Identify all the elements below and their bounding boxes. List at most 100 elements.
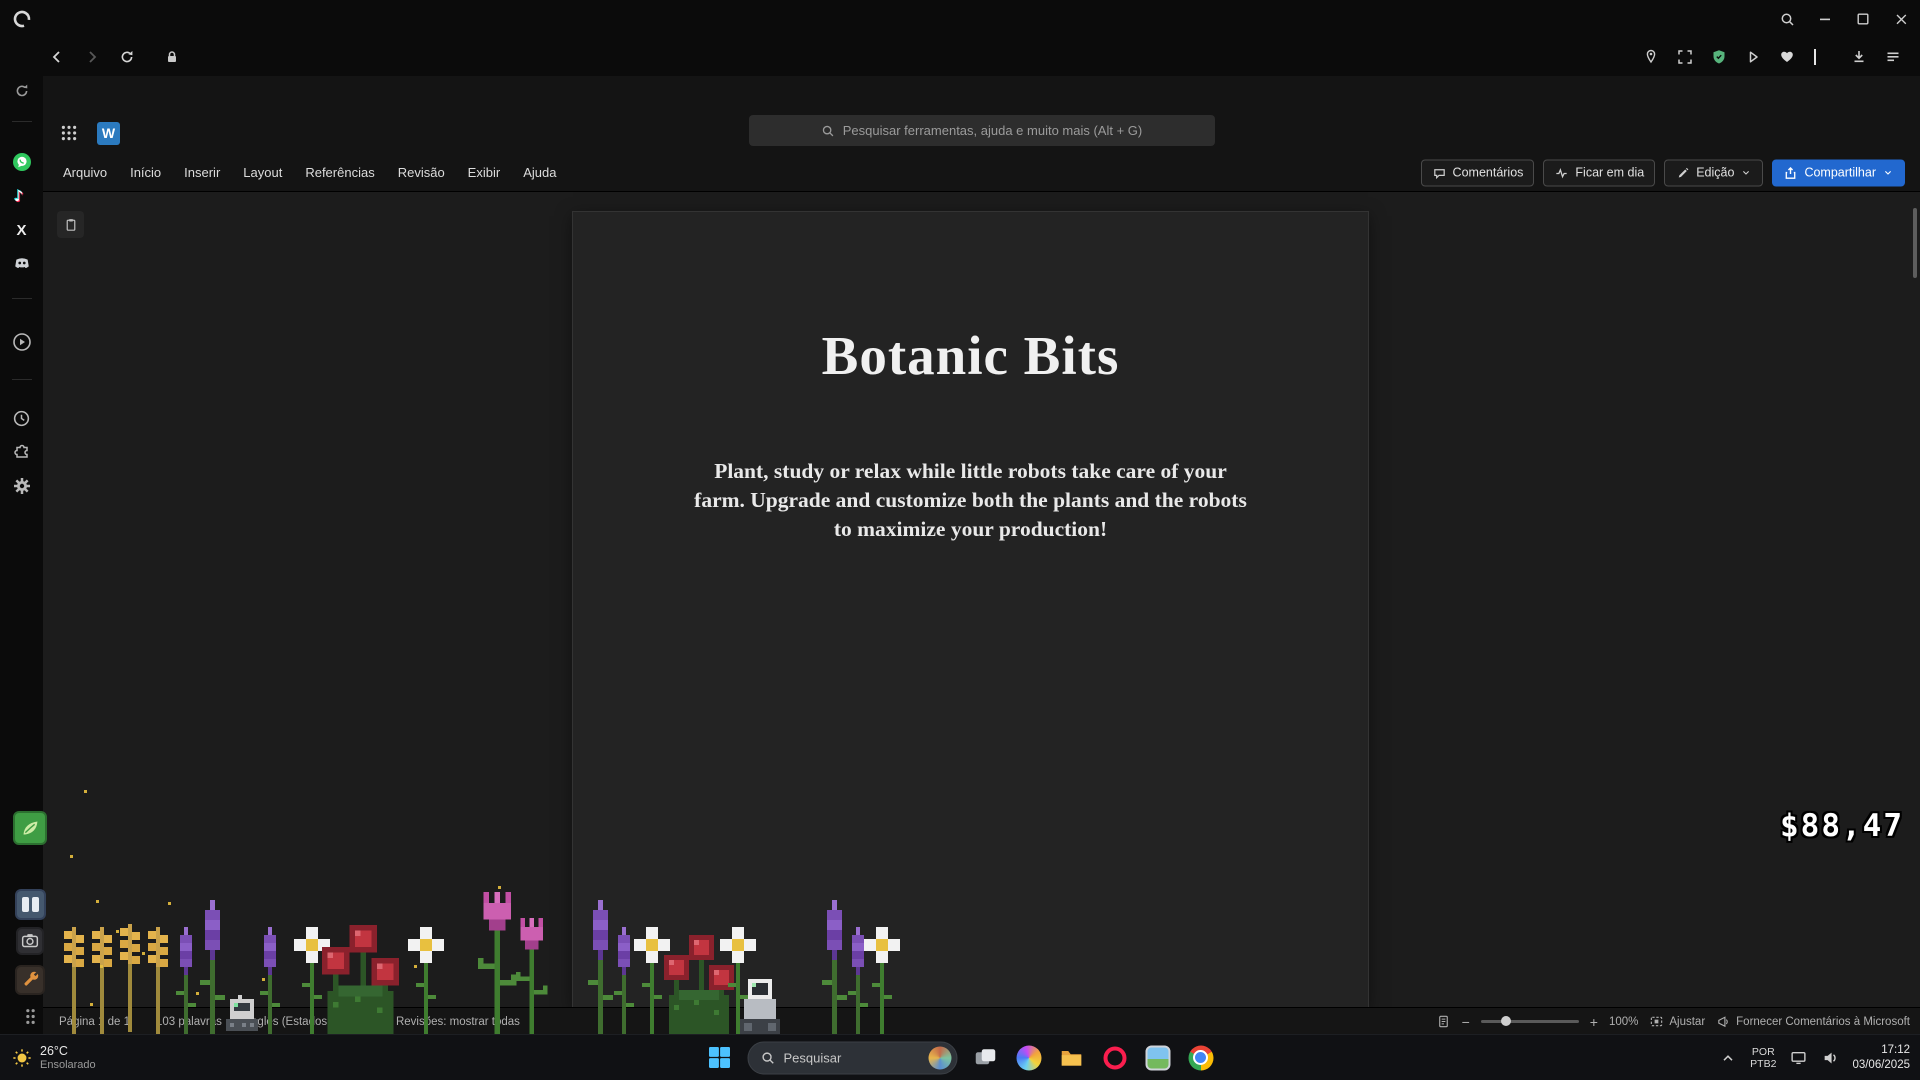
document-line: farm. Upgrade and customize both the pla… [573,486,1368,515]
menu-revisao[interactable]: Revisão [398,165,445,180]
reload-button[interactable] [114,44,140,70]
status-language[interactable]: Inglês (Estados Unidos) [248,1016,370,1028]
comments-button[interactable]: Comentários [1421,159,1535,186]
chevron-down-icon [1740,167,1752,179]
page-icon [1436,1014,1451,1029]
menu-arquivo[interactable]: Arquivo [63,165,107,180]
maximize-button[interactable] [1850,6,1876,32]
redo-icon [13,81,31,99]
game-drag-handle[interactable] [19,1004,41,1028]
sidebar-extensions-button[interactable] [8,437,36,465]
divider [12,379,32,380]
share-button[interactable]: Compartilhar [1772,159,1905,186]
sidebar-tiktok-button[interactable]: ♪♪♪ [8,182,36,210]
sidebar-player-button[interactable] [8,328,36,356]
back-button[interactable] [44,44,70,70]
clock-widget[interactable]: 17:12 03/06/2025 [1852,1043,1910,1073]
comments-label: Comentários [1453,166,1524,180]
menu-exibir[interactable]: Exibir [468,165,501,180]
menu-referencias[interactable]: Referências [305,165,374,180]
display-tray-button[interactable] [1788,1043,1808,1073]
play-circle-icon [12,332,32,352]
zoom-out-button[interactable]: − [1462,1015,1470,1029]
feedback-label: Fornecer Comentários à Microsoft [1736,1016,1910,1028]
wrench-icon [18,968,42,992]
menu-layout[interactable]: Layout [243,165,282,180]
browser-titlebar [0,0,1920,37]
page-scrollbar[interactable] [1913,208,1917,278]
weather-widget[interactable]: 26°C Ensolarado [12,1044,96,1072]
display-icon [1790,1049,1807,1066]
editing-label: Edição [1696,166,1734,180]
storage-icon [22,897,29,912]
titlebar-search-button[interactable] [1774,6,1800,32]
word-app-icon[interactable]: W [97,122,120,145]
snapshot-button[interactable] [1672,44,1698,70]
file-explorer-button[interactable] [1057,1043,1087,1073]
sidebar-settings-button[interactable] [8,472,36,500]
menu-inicio[interactable]: Início [130,165,161,180]
chrome-icon [1188,1045,1213,1070]
adblock-button[interactable] [1706,44,1732,70]
tray-overflow-button[interactable] [1718,1043,1738,1073]
game-screenshot-button[interactable] [16,927,44,955]
task-view-button[interactable] [971,1043,1001,1073]
status-page-count[interactable]: Página 1 de 1 [59,1016,130,1028]
copilot-button[interactable] [1014,1043,1044,1073]
zoom-slider-thumb[interactable] [1501,1016,1511,1026]
reload-icon [118,48,136,66]
chrome-button[interactable] [1186,1043,1216,1073]
folder-icon [1059,1045,1085,1071]
document-page[interactable]: Botanic Bits Plant, study or relax while… [573,212,1368,1007]
word-search-placeholder: Pesquisar ferramentas, ajuda e muito mai… [843,123,1142,138]
photos-button[interactable] [1143,1043,1173,1073]
app-launcher-button[interactable] [56,120,82,146]
word-search-bar[interactable]: Pesquisar ferramentas, ajuda e muito mai… [749,115,1215,146]
favorites-button[interactable] [1774,44,1800,70]
menu-ajuda[interactable]: Ajuda [523,165,556,180]
status-word-count[interactable]: 103 palavras [156,1016,222,1028]
fit-page-button[interactable]: Ajustar [1649,1014,1705,1029]
editing-mode-button[interactable]: Edição [1664,159,1763,186]
sidebar-whatsapp-button[interactable] [8,148,36,176]
sidebar-x-button[interactable]: X [8,216,36,244]
start-button[interactable] [705,1043,735,1073]
sidebar-history-button[interactable] [8,404,36,432]
sidebar-redo-button[interactable] [8,76,36,104]
status-revisions[interactable]: Revisões: mostrar todas [396,1016,520,1028]
reading-list-button[interactable] [1880,44,1906,70]
close-button[interactable] [1888,6,1914,32]
page-view-button[interactable] [1436,1014,1451,1029]
media-player-button[interactable] [1740,44,1766,70]
catch-up-button[interactable]: Ficar em dia [1543,159,1655,186]
zoom-slider[interactable] [1481,1020,1579,1023]
divider [12,298,32,299]
lock-icon [164,49,180,65]
menu-inserir[interactable]: Inserir [184,165,220,180]
opera-gx-button[interactable] [1100,1043,1130,1073]
play-icon [1744,48,1762,66]
game-tools-button[interactable] [15,965,45,995]
language-indicator[interactable]: POR PTB2 [1750,1046,1776,1070]
pinboard-button[interactable] [1638,44,1664,70]
game-storage-button[interactable] [15,889,46,920]
search-icon [761,1050,776,1065]
word-online: W Pesquisar ferramentas, ajuda e muito m… [43,76,1920,1035]
site-security-button[interactable] [159,44,185,70]
taskbar-search[interactable]: Pesquisar [748,1041,958,1074]
paste-button[interactable] [57,211,84,238]
download-icon [1850,48,1868,66]
window-controls [1774,0,1914,37]
forward-button[interactable] [79,44,105,70]
downloads-button[interactable] [1846,44,1872,70]
zoom-level[interactable]: 100% [1609,1016,1638,1028]
volume-button[interactable] [1820,1043,1840,1073]
feedback-link[interactable]: Fornecer Comentários à Microsoft [1716,1014,1910,1029]
opera-gx-logo-icon[interactable] [9,6,35,32]
minimize-button[interactable] [1812,6,1838,32]
sidebar-discord-button[interactable] [8,249,36,277]
game-plant-button[interactable] [13,811,47,845]
pencil-icon [1675,165,1690,180]
zoom-in-button[interactable]: + [1590,1015,1598,1029]
tiktok-icon: ♪♪♪ [14,187,29,205]
